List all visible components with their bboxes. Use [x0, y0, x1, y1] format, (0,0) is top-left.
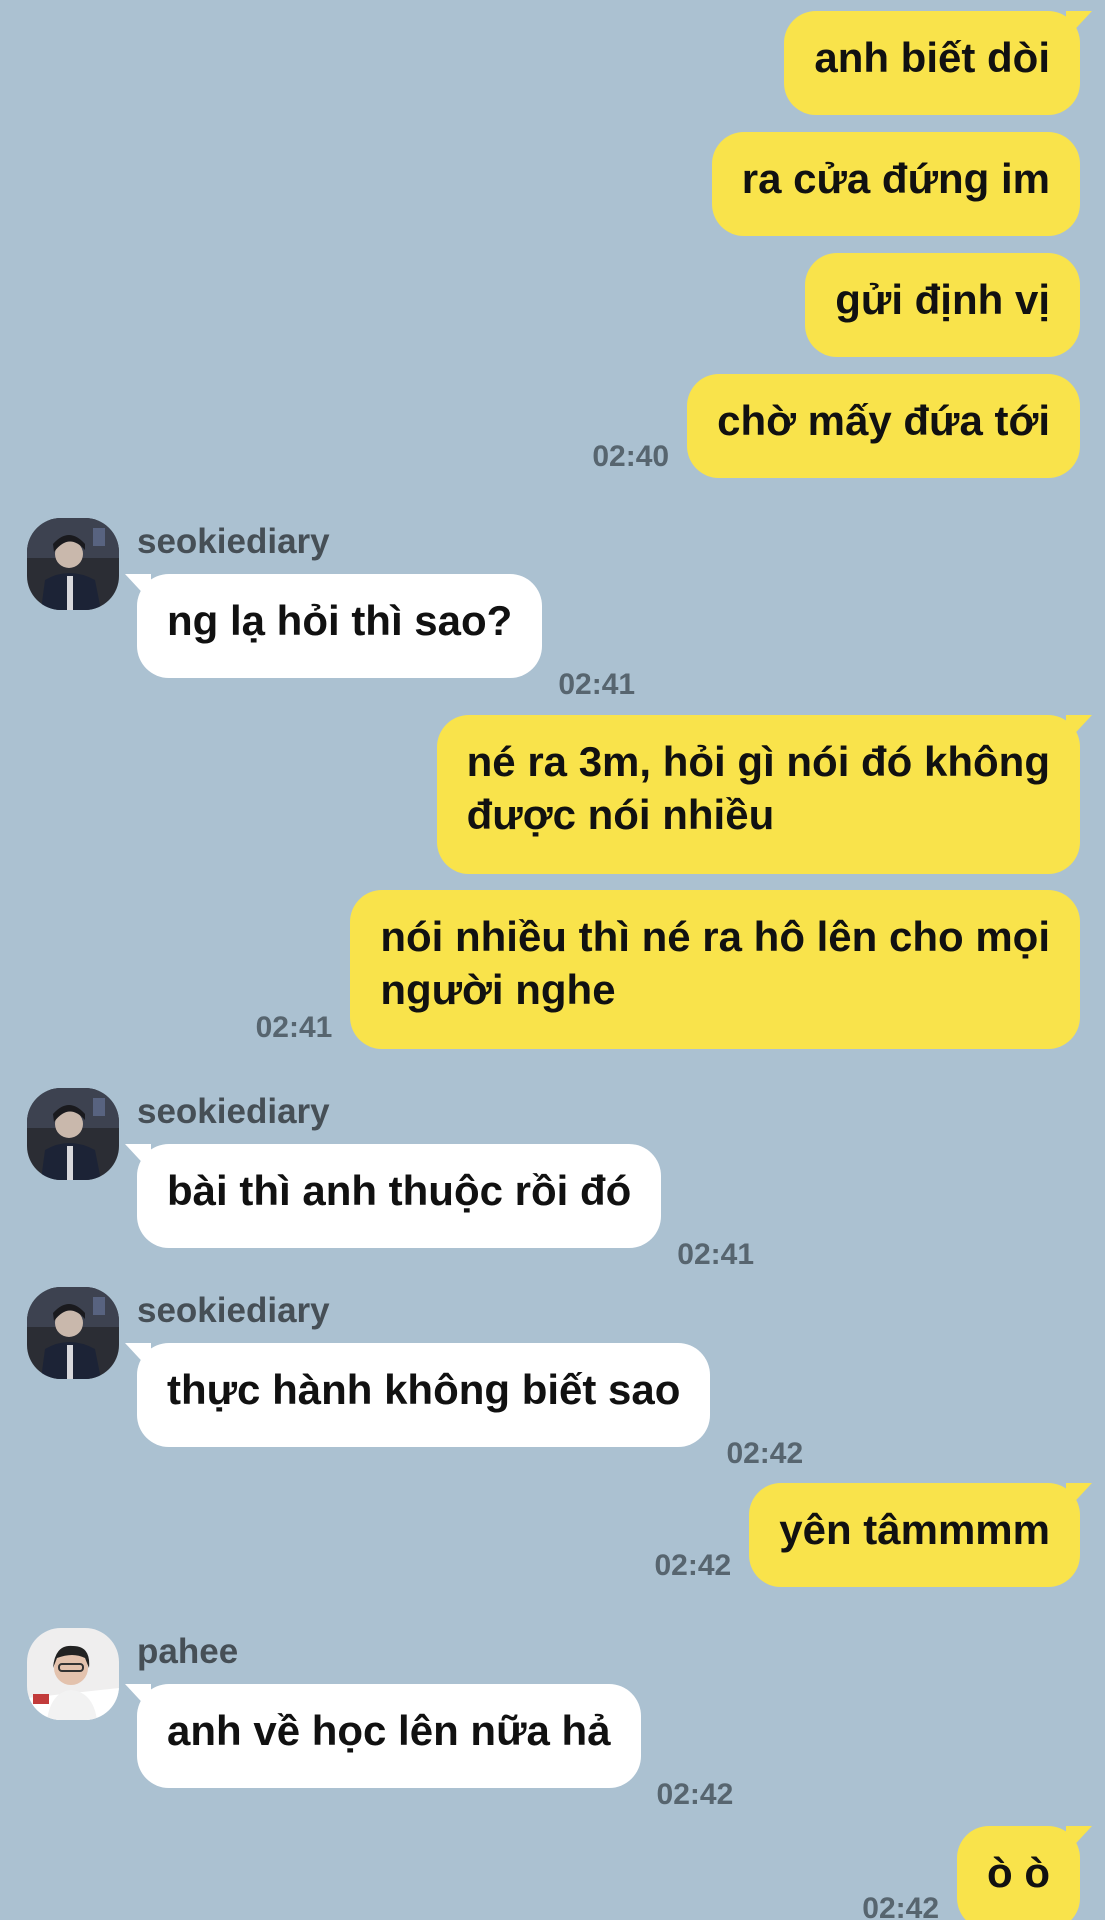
message-timestamp: 02:41	[558, 668, 636, 701]
message-timestamp: 02:42	[726, 1437, 804, 1470]
message-bubble[interactable]: yên tâmmmm	[749, 1483, 1092, 1587]
message-bubble[interactable]: chờ mấy đứa tới	[687, 374, 1080, 478]
outgoing-message: 02:41 nói nhiều thì né ra hô lên cho mọi…	[238, 890, 1080, 1049]
sender-name: pahee	[137, 1632, 239, 1671]
message-timestamp: 02:42	[654, 1549, 732, 1582]
outgoing-message: 02:42 ò ò	[844, 1826, 1092, 1920]
message-bubble[interactable]: gửi định vị	[805, 253, 1080, 357]
message-timestamp: 02:41	[677, 1238, 755, 1271]
avatar-seokiediary[interactable]	[27, 1088, 119, 1180]
message-bubble[interactable]: né ra 3m, hỏi gì nói đó không được nói n…	[436, 715, 1093, 874]
message-bubble[interactable]: anh về học lên nữa hả	[125, 1684, 641, 1788]
message-bubble[interactable]: bài thì anh thuộc rồi đó	[124, 1144, 662, 1248]
message-timestamp: 02:41	[255, 1011, 333, 1044]
avatar-pahee[interactable]	[27, 1628, 119, 1720]
outgoing-message: 02:40 chờ mấy đứa tới	[574, 374, 1080, 478]
message-bubble[interactable]: ra cửa đứng im	[711, 132, 1080, 236]
outgoing-message: né ra 3m, hỏi gì nói đó không được nói n…	[436, 715, 1093, 874]
message-bubble[interactable]: thực hành không biết sao	[124, 1343, 711, 1447]
message-bubble[interactable]: ò ò	[957, 1826, 1092, 1920]
message-bubble[interactable]: ng lạ hỏi thì sao?	[124, 574, 543, 678]
avatar-seokiediary[interactable]	[27, 1287, 119, 1379]
message-row: ng lạ hỏi thì sao? 02:41	[124, 574, 697, 700]
message-bubble[interactable]: anh biết dòi	[784, 11, 1092, 115]
outgoing-message: gửi định vị	[805, 253, 1080, 357]
message-timestamp: 02:42	[656, 1778, 734, 1811]
message-timestamp: 02:40	[592, 440, 670, 473]
chat-thread[interactable]: anh biết dòi ra cửa đứng im gửi định vị …	[0, 0, 1105, 1920]
outgoing-message: anh biết dòi	[784, 11, 1092, 115]
sender-name: seokiediary	[137, 1092, 330, 1131]
message-bubble[interactable]: nói nhiều thì né ra hô lên cho mọi người…	[350, 890, 1080, 1049]
profile-photo-icon	[27, 518, 119, 610]
sender-name: seokiediary	[137, 1291, 330, 1330]
profile-photo-icon	[27, 1287, 119, 1379]
outgoing-message: 02:42 yên tâmmmm	[637, 1483, 1092, 1587]
profile-photo-icon	[27, 1088, 119, 1180]
message-row: bài thì anh thuộc rồi đó 02:41	[124, 1144, 837, 1270]
message-timestamp: 02:42	[862, 1892, 940, 1920]
outgoing-message: ra cửa đứng im	[711, 132, 1080, 236]
avatar-seokiediary[interactable]	[27, 518, 119, 610]
message-row: anh về học lên nữa hả 02:42	[125, 1684, 817, 1810]
message-row: thực hành không biết sao 02:42	[124, 1343, 887, 1469]
sender-name: seokiediary	[137, 522, 330, 561]
profile-photo-icon	[27, 1628, 119, 1720]
